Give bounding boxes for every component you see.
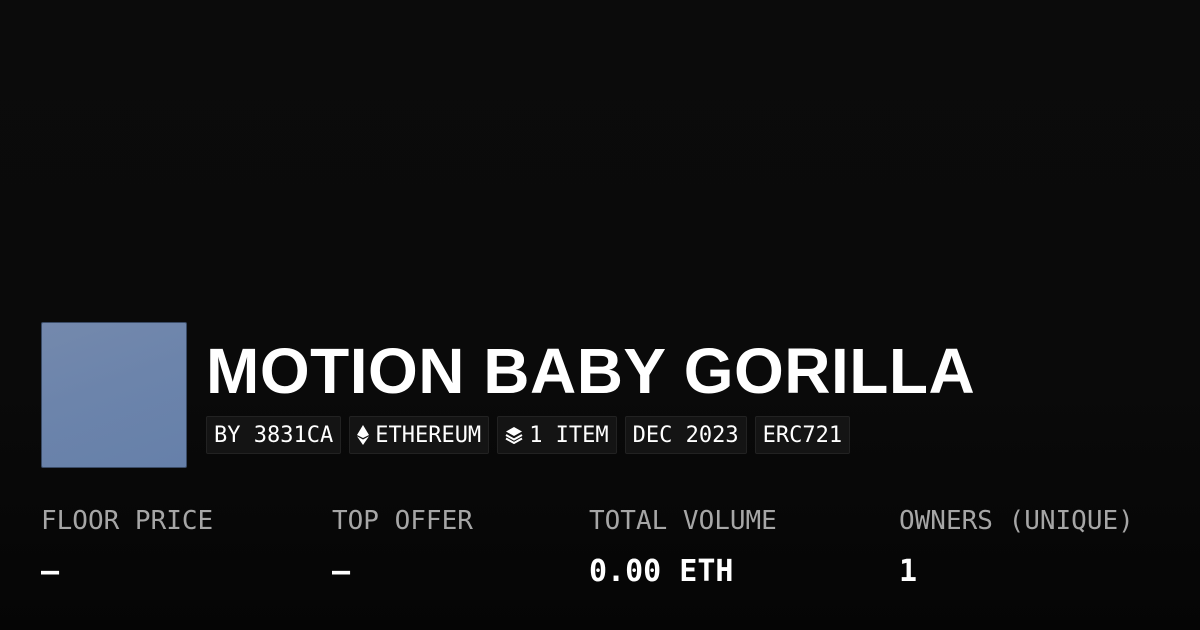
- layers-icon: [505, 426, 523, 444]
- stat-floor-price: FLOOR PRICE —: [41, 504, 213, 592]
- ethereum-icon: [357, 425, 370, 445]
- tag-standard: ERC721: [754, 416, 851, 454]
- tag-chain-label: ETHEREUM: [375, 422, 482, 448]
- collection-tags: BY 3831CA ETHEREUM 1 ITEM DEC 2023 ERC72…: [206, 416, 975, 454]
- stat-total-volume-value: 0.00 ETH: [589, 554, 734, 589]
- tag-date-label: DEC 2023: [632, 422, 739, 448]
- stat-total-volume: TOTAL VOLUME 0.00 ETH: [589, 504, 777, 592]
- tag-creator-label: BY 3831CA: [214, 422, 334, 448]
- stat-top-offer-value: —: [332, 554, 351, 589]
- stat-total-volume-label: TOTAL VOLUME: [589, 506, 777, 536]
- collection-header: MOTION BABY GORILLA BY 3831CA ETHEREUM 1…: [41, 322, 975, 468]
- tag-creator: BY 3831CA: [206, 416, 342, 454]
- collection-thumbnail: [41, 322, 187, 468]
- collection-info: MOTION BABY GORILLA BY 3831CA ETHEREUM 1…: [206, 322, 975, 454]
- stat-top-offer-label: TOP OFFER: [332, 506, 473, 536]
- tag-date: DEC 2023: [624, 416, 747, 454]
- stat-owners-value: 1: [899, 554, 918, 589]
- stat-floor-price-value: —: [41, 554, 60, 589]
- tag-standard-label: ERC721: [762, 422, 843, 448]
- tag-item-count-label: 1 ITEM: [529, 422, 609, 448]
- collection-title: MOTION BABY GORILLA: [206, 335, 976, 407]
- collection-stats: FLOOR PRICE — TOP OFFER — TOTAL VOLUME 0…: [41, 504, 1200, 604]
- tag-chain: ETHEREUM: [349, 416, 490, 454]
- tag-item-count: 1 ITEM: [497, 416, 617, 454]
- stat-top-offer: TOP OFFER —: [332, 504, 473, 592]
- stat-floor-price-label: FLOOR PRICE: [41, 506, 214, 536]
- stat-owners: OWNERS (UNIQUE) 1: [899, 504, 1134, 592]
- stat-owners-label: OWNERS (UNIQUE): [899, 506, 1134, 536]
